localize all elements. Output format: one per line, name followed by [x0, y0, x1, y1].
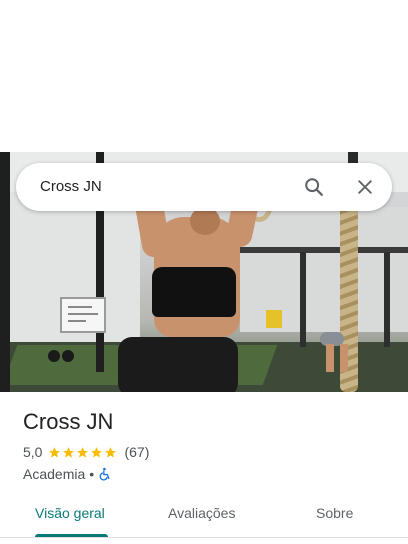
tab-reviews[interactable]: Avaliações — [168, 505, 235, 521]
background-athlete-leg — [326, 344, 334, 372]
weight-plate — [62, 350, 74, 362]
place-category: Academia — [23, 466, 86, 482]
place-page: Cross JN Cross JN 5,0 (67) Academia • Vi… — [0, 0, 408, 544]
whiteboard-line — [68, 320, 86, 322]
star-icon — [77, 446, 89, 458]
wheelchair-accessible-icon — [99, 467, 110, 481]
close-icon — [358, 180, 372, 194]
tabs-divider — [0, 537, 408, 538]
whiteboard-line — [68, 313, 98, 315]
whiteboard-line — [68, 306, 92, 308]
weight-plate — [48, 350, 60, 362]
search-input[interactable]: Cross JN — [40, 178, 102, 195]
athlete-pants — [118, 337, 238, 392]
separator-dot: • — [89, 466, 95, 482]
background-athlete — [312, 330, 364, 375]
athlete-head — [190, 207, 220, 235]
place-title: Cross JN — [23, 409, 114, 434]
star-icon — [105, 446, 117, 458]
star-icon — [49, 446, 61, 458]
rating-value: 5,0 — [23, 444, 43, 460]
place-tabs: Visão geral Avaliações Sobre — [0, 497, 408, 541]
star-icon — [63, 446, 75, 458]
athlete — [118, 184, 262, 392]
rating-stars — [48, 446, 118, 459]
search-icon — [305, 178, 323, 196]
whiteboard — [60, 297, 106, 333]
review-count[interactable]: (67) — [124, 444, 149, 460]
athlete-top — [152, 267, 236, 317]
rig-beam — [240, 247, 408, 253]
rig-post — [300, 252, 306, 347]
clear-search-button[interactable] — [351, 173, 379, 201]
rig-post — [384, 252, 390, 347]
category-row: Academia • — [23, 465, 112, 483]
tab-overview[interactable]: Visão geral — [35, 505, 105, 521]
rig-post — [0, 152, 10, 392]
background-athlete-leg — [340, 344, 348, 372]
yellow-rack — [266, 310, 282, 328]
rating-row[interactable]: 5,0 (67) — [23, 443, 149, 461]
search-button[interactable] — [300, 173, 328, 201]
tab-about[interactable]: Sobre — [316, 505, 353, 521]
star-icon — [91, 446, 103, 458]
search-bar[interactable]: Cross JN — [16, 163, 392, 211]
